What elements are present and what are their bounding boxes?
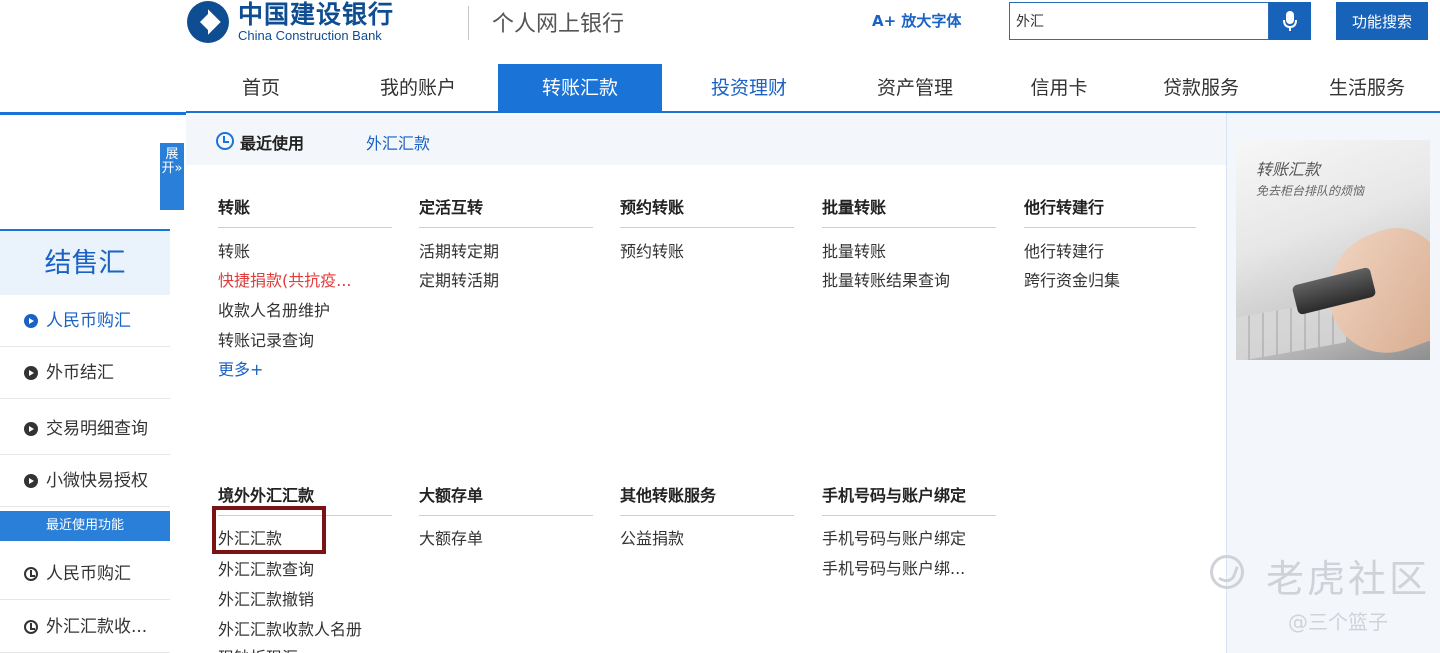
- bank-logo[interactable]: 中国建设银行 China Construction Bank: [186, 0, 394, 44]
- menu-link-cash-pooling[interactable]: 跨行资金归集: [1024, 267, 1120, 291]
- menu-head-overseas-fx: 境外外汇汇款: [218, 486, 315, 505]
- menu-link-transfer[interactable]: 转账: [218, 238, 250, 262]
- menu-head-interbank: 他行转建行: [1024, 198, 1105, 217]
- nav-my-account[interactable]: 我的账户: [358, 64, 478, 112]
- menu-head-phone-binding: 手机号码与账户绑定: [822, 486, 967, 505]
- menu-link-charity-donation[interactable]: 公益捐款: [620, 525, 684, 549]
- sidebar-item-label: 人民币购汇: [46, 311, 131, 331]
- watermark-icon: [1210, 555, 1244, 589]
- main-nav: 首页 我的账户 转账汇款 投资理财 资产管理 信用卡 贷款服务 生活服务: [186, 64, 1440, 112]
- sidebar-item-rmb-purchase[interactable]: 人民币购汇: [0, 295, 170, 347]
- play-circle-icon: [24, 366, 38, 380]
- sidebar-item-transaction-query[interactable]: 交易明细查询: [0, 403, 170, 455]
- menu-head-time-demand: 定活互转: [419, 198, 484, 217]
- play-circle-icon: [24, 422, 38, 436]
- menu-link-payee-list[interactable]: 收款人名册维护: [218, 297, 330, 321]
- sidebar-item-label: 交易明细查询: [46, 419, 148, 439]
- clock-icon: [24, 620, 38, 634]
- menu-link-transfer-records[interactable]: 转账记录查询: [218, 327, 314, 351]
- nav-transfer[interactable]: 转账汇款: [498, 64, 662, 112]
- promo-subtitle: 免去柜台排队的烦恼: [1256, 184, 1365, 198]
- menu-divider: [1024, 227, 1196, 228]
- menu-divider: [822, 515, 996, 516]
- menu-divider: [218, 227, 392, 228]
- watermark-text: 老虎社区: [1266, 557, 1431, 601]
- menu-link-cash-to-remittance[interactable]: 现钞折现汇: [218, 644, 298, 653]
- nav-investment[interactable]: 投资理财: [684, 64, 814, 112]
- menu-head-large-deposit: 大额存单: [419, 486, 484, 505]
- menu-link-more[interactable]: 更多+: [218, 356, 263, 380]
- play-circle-icon: [24, 474, 38, 488]
- recent-used-bar: [186, 115, 1226, 165]
- menu-link-time-to-demand[interactable]: 定期转活期: [419, 267, 499, 291]
- menu-head-transfer: 转账: [218, 198, 251, 217]
- microphone-icon: [1283, 11, 1297, 31]
- ccb-logo-icon: [187, 1, 229, 43]
- voice-search-button[interactable]: [1269, 2, 1311, 40]
- nav-loans[interactable]: 贷款服务: [1136, 64, 1266, 112]
- function-search-input[interactable]: [1009, 2, 1269, 40]
- promo-title: 转账汇款: [1256, 160, 1321, 179]
- logo-english: China Construction Bank: [238, 28, 382, 43]
- menu-head-scheduled: 预约转账: [620, 198, 685, 217]
- sidebar-item-label: 小微快易授权: [46, 471, 148, 491]
- menu-link-batch-transfer[interactable]: 批量转账: [822, 238, 886, 262]
- watermark-user: @三个篮子: [1288, 610, 1388, 634]
- menu-divider: [620, 515, 794, 516]
- menu-link-scheduled-transfer[interactable]: 预约转账: [620, 238, 684, 262]
- menu-link-fx-payee-list[interactable]: 外汇汇款收款人名册: [218, 616, 362, 640]
- recent-item-label: 外汇汇款收...: [46, 617, 148, 637]
- clock-icon: [24, 567, 38, 581]
- sidebar-title: 结售汇: [0, 229, 170, 295]
- menu-link-interbank-transfer[interactable]: 他行转建行: [1024, 238, 1104, 262]
- sidebar-item-fx-settlement[interactable]: 外币结汇: [0, 347, 170, 399]
- highlight-box: [212, 506, 326, 554]
- sidebar-item-micro-auth[interactable]: 小微快易授权: [0, 455, 170, 507]
- logo-chinese: 中国建设银行: [238, 0, 395, 29]
- menu-link-fx-remittance-query[interactable]: 外汇汇款查询: [218, 556, 314, 580]
- menu-link-quick-donation[interactable]: 快捷捐款(共抗疫...: [218, 267, 352, 291]
- menu-divider: [419, 515, 593, 516]
- menu-divider: [620, 227, 794, 228]
- header-divider: [468, 6, 469, 40]
- menu-link-large-deposit[interactable]: 大额存单: [419, 525, 483, 549]
- menu-link-batch-results[interactable]: 批量转账结果查询: [822, 267, 950, 291]
- menu-link-demand-to-time[interactable]: 活期转定期: [419, 238, 499, 262]
- menu-head-batch: 批量转账: [822, 198, 887, 217]
- function-search-button[interactable]: 功能搜索: [1336, 2, 1428, 40]
- nav-underline-left: [0, 112, 186, 115]
- nav-life[interactable]: 生活服务: [1302, 64, 1432, 112]
- enlarge-font-button[interactable]: A+ 放大字体: [872, 10, 961, 31]
- recent-item-label: 人民币购汇: [46, 564, 131, 584]
- recent-used-label: 最近使用: [240, 134, 305, 153]
- promo-banner[interactable]: 转账汇款 免去柜台排队的烦恼: [1236, 140, 1430, 360]
- site-title: 个人网上银行: [492, 12, 625, 37]
- nav-home[interactable]: 首页: [206, 64, 316, 112]
- menu-link-phone-binding-2[interactable]: 手机号码与账户绑...: [822, 555, 965, 579]
- recent-functions-header: 最近使用功能: [0, 511, 170, 541]
- menu-link-phone-binding[interactable]: 手机号码与账户绑定: [822, 525, 966, 549]
- menu-divider: [419, 227, 593, 228]
- menu-divider: [822, 227, 996, 228]
- menu-link-fx-remittance-cancel[interactable]: 外汇汇款撤销: [218, 586, 314, 610]
- play-circle-icon: [24, 314, 38, 328]
- recent-item-rmb-purchase[interactable]: 人民币购汇: [0, 548, 170, 600]
- recent-link-fx-remittance[interactable]: 外汇汇款: [366, 130, 430, 154]
- expand-sidebar-tab[interactable]: 展开»: [160, 143, 184, 210]
- recent-item-fx-remittance[interactable]: 外汇汇款收...: [0, 601, 170, 653]
- history-icon: [216, 132, 234, 150]
- nav-credit-card[interactable]: 信用卡: [1004, 64, 1114, 112]
- nav-assets[interactable]: 资产管理: [850, 64, 980, 112]
- sidebar-item-label: 外币结汇: [46, 363, 114, 383]
- menu-head-other-transfer: 其他转账服务: [620, 486, 717, 505]
